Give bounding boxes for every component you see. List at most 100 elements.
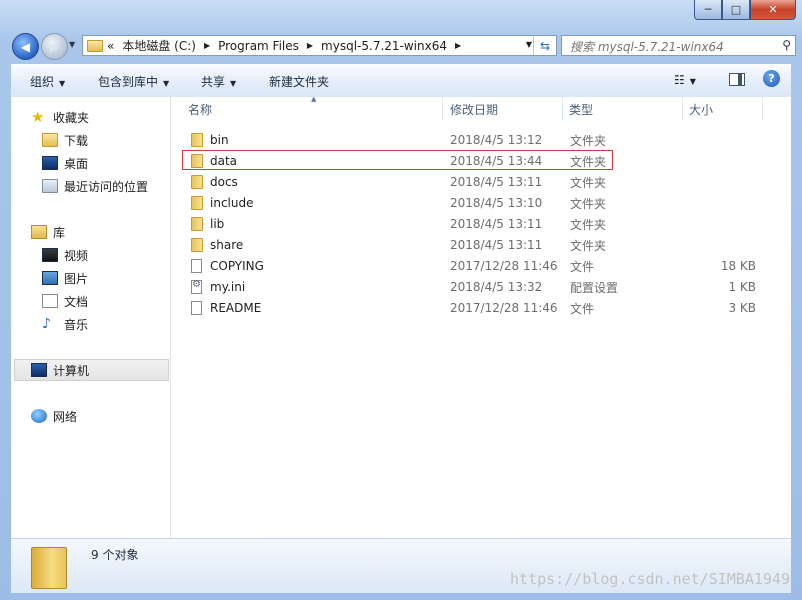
nav-item-libraries[interactable]: 库: [31, 222, 65, 242]
breadcrumb-overflow[interactable]: «: [107, 39, 114, 53]
file-row[interactable]: COPYING 2017/12/28 11:46 文件 18 KB: [183, 256, 783, 276]
forward-button[interactable]: ▶: [41, 33, 68, 60]
address-dropdown-icon[interactable]: ▼: [526, 40, 532, 49]
file-row[interactable]: docs 2018/4/5 13:11 文件夹: [183, 172, 783, 192]
nav-item-pictures[interactable]: 图片: [42, 268, 88, 288]
nav-label: 库: [53, 225, 66, 240]
column-divider[interactable]: [762, 97, 763, 121]
nav-item-documents[interactable]: 文档: [42, 291, 88, 311]
share-menu[interactable]: 共享 ▼: [201, 73, 236, 90]
nav-label: 下载: [64, 133, 89, 148]
change-view-button[interactable]: ☷ ▼: [674, 73, 696, 87]
nav-item-network[interactable]: 网络: [31, 406, 77, 426]
nav-item-downloads[interactable]: 下载: [42, 130, 88, 150]
navigation-pane: ★ 收藏夹 下载 桌面 最近访问的位置 库 视频 图片 文档 ♪ 音乐 计算机 …: [11, 97, 171, 538]
computer-icon: [31, 363, 47, 377]
back-arrow-icon: ◀: [20, 39, 31, 54]
recent-places-icon: [42, 179, 58, 193]
column-header-type[interactable]: 类型: [569, 97, 593, 121]
nav-item-desktop[interactable]: 桌面: [42, 153, 88, 173]
file-name: include: [210, 196, 254, 210]
nav-label: 视频: [64, 248, 89, 263]
data-folder-annotation-box: [182, 150, 613, 170]
organize-label: 组织: [30, 75, 55, 89]
nav-item-computer[interactable]: 计算机: [31, 360, 89, 380]
file-name: lib: [210, 217, 225, 231]
address-bar[interactable]: « 本地磁盘 (C:) ▶ Program Files ▶ mysql-5.7.…: [82, 35, 557, 56]
network-icon: [31, 409, 47, 423]
refresh-button[interactable]: ⇆: [533, 36, 556, 55]
file-row[interactable]: lib 2018/4/5 13:11 文件夹: [183, 214, 783, 234]
file-name: my.ini: [210, 280, 246, 294]
maximize-button[interactable]: □: [722, 0, 750, 20]
nav-item-favorites[interactable]: ★ 收藏夹: [31, 107, 89, 127]
breadcrumb-item-mysql[interactable]: mysql-5.7.21-winx64: [321, 39, 447, 53]
column-header-name[interactable]: 名称: [188, 97, 212, 121]
file-type: 文件夹: [570, 238, 607, 253]
document-icon: [191, 301, 202, 315]
file-name: docs: [210, 175, 238, 189]
file-type: 文件夹: [570, 196, 607, 211]
help-icon[interactable]: ?: [763, 70, 780, 87]
minimize-button[interactable]: ─: [694, 0, 722, 20]
column-label: 名称: [188, 102, 213, 117]
new-folder-button[interactable]: 新建文件夹: [269, 73, 329, 90]
chevron-right-icon[interactable]: ▶: [307, 41, 313, 50]
folder-icon: [191, 217, 203, 231]
share-label: 共享: [201, 75, 226, 89]
organize-menu[interactable]: 组织 ▼: [30, 73, 65, 90]
nav-label: 网络: [53, 409, 78, 424]
column-header-date[interactable]: 修改日期: [450, 97, 498, 121]
chevron-right-icon[interactable]: ▶: [455, 41, 461, 50]
file-row[interactable]: my.ini 2018/4/5 13:32 配置设置 1 KB: [183, 277, 783, 297]
navigation-row: ◀ ▶ ▼ « 本地磁盘 (C:) ▶ Program Files ▶ mysq…: [12, 31, 796, 61]
nav-label: 桌面: [64, 156, 89, 171]
chevron-right-icon[interactable]: ▶: [204, 41, 210, 50]
recent-pages-dropdown[interactable]: ▼: [69, 40, 75, 49]
document-icon: [191, 259, 202, 273]
include-in-library-menu[interactable]: 包含到库中 ▼: [98, 73, 169, 90]
file-type: 文件: [570, 259, 595, 274]
close-button[interactable]: ✕: [750, 0, 796, 20]
nav-label: 音乐: [64, 317, 89, 332]
file-row[interactable]: share 2018/4/5 13:11 文件夹: [183, 235, 783, 255]
nav-item-music[interactable]: ♪ 音乐: [42, 314, 88, 334]
column-divider[interactable]: [562, 97, 563, 121]
item-count: 9 个对象: [91, 548, 139, 562]
column-header-size[interactable]: 大小: [689, 97, 713, 121]
file-size: 18 KB: [720, 259, 756, 273]
file-row[interactable]: bin 2018/4/5 13:12 文件夹: [183, 130, 783, 150]
file-type: 配置设置: [570, 280, 619, 295]
picture-icon: [42, 271, 58, 285]
nav-label: 计算机: [53, 363, 90, 378]
nav-label: 图片: [64, 271, 89, 286]
file-name: COPYING: [210, 259, 264, 273]
star-icon: ★: [31, 108, 45, 126]
folder-icon: [191, 175, 203, 189]
large-folder-icon: [31, 547, 67, 589]
column-label: 修改日期: [450, 102, 499, 117]
view-details-icon: ☷: [674, 73, 685, 87]
nav-item-videos[interactable]: 视频: [42, 245, 88, 265]
file-type: 文件夹: [570, 217, 607, 232]
search-input[interactable]: [568, 37, 772, 56]
nav-item-recent[interactable]: 最近访问的位置: [42, 176, 148, 196]
search-box[interactable]: ⚲: [561, 35, 796, 56]
search-icon[interactable]: ⚲: [782, 38, 791, 52]
file-row[interactable]: include 2018/4/5 13:10 文件夹: [183, 193, 783, 213]
chevron-down-icon: ▼: [163, 79, 170, 88]
column-divider[interactable]: [442, 97, 443, 121]
file-size: 1 KB: [728, 280, 756, 294]
preview-pane-icon[interactable]: [729, 73, 745, 86]
file-name: share: [210, 238, 244, 252]
back-button[interactable]: ◀: [12, 33, 39, 60]
file-list: 名称 ▲ 修改日期 类型 大小 bin 2018/4/5 13:12 文件夹 d…: [171, 95, 791, 538]
file-date: 2018/4/5 13:10: [450, 196, 543, 210]
column-divider[interactable]: [682, 97, 683, 121]
config-file-icon: [191, 279, 202, 294]
chevron-down-icon: ▼: [59, 79, 66, 88]
breadcrumb-item-drive[interactable]: 本地磁盘 (C:): [122, 37, 196, 54]
breadcrumb-item-program-files[interactable]: Program Files: [218, 39, 299, 53]
forward-arrow-icon: ▶: [49, 39, 60, 54]
file-row[interactable]: README 2017/12/28 11:46 文件 3 KB: [183, 298, 783, 318]
